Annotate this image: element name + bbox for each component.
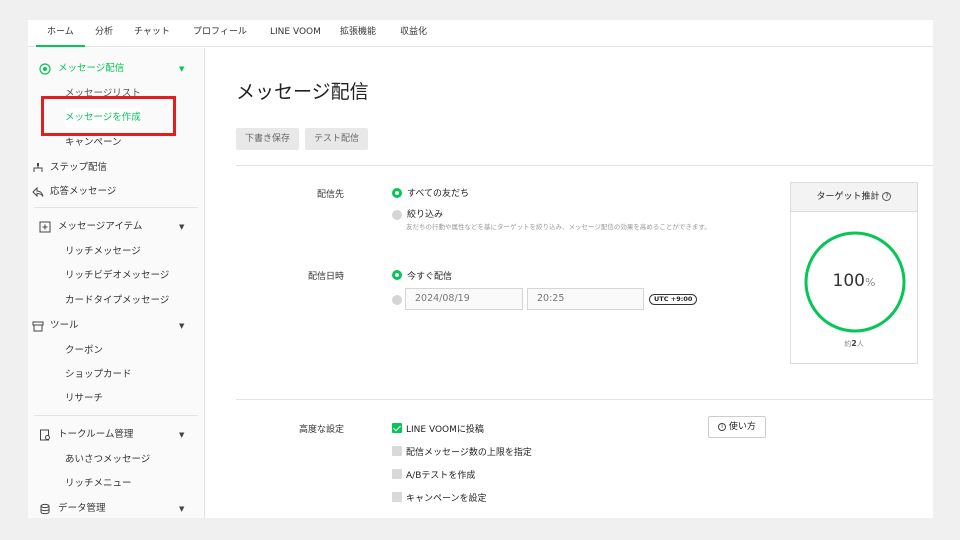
divider — [236, 399, 933, 400]
radio-send-now[interactable] — [392, 270, 402, 280]
chevron-down-icon: ▼ — [179, 223, 185, 231]
sidebar-divider — [34, 207, 198, 208]
sidebar-item-coupon[interactable]: クーポン — [65, 341, 103, 361]
app-window: ホーム 分析 チャット プロフィール LINE VOOM 拡張機能 収益化 メッ… — [28, 20, 933, 518]
add-box-icon — [39, 221, 51, 233]
tab-chat[interactable]: チャット — [134, 20, 170, 47]
filter-note: 友だちの行動や属性などを基にターゲットを絞り込み、メッセージ配信の効果を高めるこ… — [406, 223, 711, 231]
sidebar-item-auto-response[interactable]: 応答メッセージ — [28, 181, 204, 203]
chevron-down-icon: ▼ — [179, 65, 185, 73]
tab-analytics[interactable]: 分析 — [95, 20, 113, 47]
radio-all-friends[interactable] — [392, 188, 402, 198]
tab-home[interactable]: ホーム — [36, 20, 85, 47]
shop-icon — [32, 321, 44, 332]
date-input[interactable]: 2024/08/19 — [405, 288, 523, 310]
chevron-down-icon: ▼ — [179, 431, 185, 439]
checkbox-ab-test[interactable] — [392, 469, 402, 479]
help-icon[interactable]: ? — [882, 192, 892, 201]
recipients-label: 配信先 — [316, 190, 344, 200]
top-navigation: ホーム 分析 チャット プロフィール LINE VOOM 拡張機能 収益化 — [28, 20, 933, 47]
sidebar-item-data[interactable]: データ管理 ▼ — [28, 498, 204, 518]
tab-monetization[interactable]: 収益化 — [400, 20, 427, 47]
target-approx: 約2人 — [791, 339, 917, 349]
advanced-label: 高度な設定 — [298, 425, 344, 435]
sidebar-item-step-delivery[interactable]: ステップ配信 — [28, 157, 204, 179]
sidebar-item-research[interactable]: リサーチ — [65, 389, 103, 409]
sidebar-item-tools[interactable]: ツール ▼ — [28, 315, 204, 337]
chevron-down-icon: ▼ — [179, 505, 185, 513]
target-estimate-header: ターゲット推計 ? — [791, 183, 917, 212]
sidebar-item-greeting[interactable]: あいさつメッセージ — [65, 450, 150, 470]
highlight-box — [41, 96, 176, 136]
option-all-friends-label: すべての友だち — [407, 189, 470, 199]
settings-doc-icon — [40, 429, 50, 441]
howto-label: 使い方 — [728, 422, 756, 432]
info-icon: i — [718, 422, 727, 431]
tab-profile[interactable]: プロフィール — [193, 20, 247, 47]
target-estimate-title: ターゲット推計 — [816, 192, 880, 202]
hierarchy-icon — [33, 163, 43, 172]
sidebar-item-campaign[interactable]: キャンペーン — [65, 133, 122, 153]
time-input[interactable]: 20:25 — [527, 288, 644, 310]
sidebar-item-label: トークルーム管理 — [58, 429, 134, 440]
target-percent: 100% — [791, 271, 917, 291]
database-icon — [40, 503, 50, 515]
sidebar-item-message-items[interactable]: メッセージアイテム ▼ — [28, 216, 204, 238]
sidebar-item-label: データ管理 — [58, 503, 106, 514]
checkbox-limit[interactable] — [392, 446, 402, 456]
checkbox-campaign-label: キャンペーンを設定 — [406, 494, 487, 504]
target-percent-unit: % — [865, 276, 876, 289]
main-content: メッセージ配信 下書き保存 テスト配信 配信先 すべての友だち 絞り込み 友だち… — [206, 48, 933, 518]
sidebar-item-label: 応答メッセージ — [50, 186, 117, 197]
checkbox-ab-test-label: A/Bテストを作成 — [406, 471, 476, 481]
test-send-button[interactable]: テスト配信 — [305, 128, 368, 150]
option-send-now-label: 今すぐ配信 — [407, 272, 453, 282]
tab-line-voom[interactable]: LINE VOOM — [270, 20, 321, 47]
radio-filter[interactable] — [392, 210, 402, 220]
sidebar-item-shop-card[interactable]: ショップカード — [65, 365, 132, 385]
sidebar-item-label: ステップ配信 — [50, 162, 108, 173]
sidebar-item-rich-video[interactable]: リッチビデオメッセージ — [65, 266, 169, 286]
checkbox-line-voom[interactable] — [392, 423, 402, 433]
sidebar-divider — [34, 415, 198, 416]
sidebar-item-rich-menu[interactable]: リッチメニュー — [65, 474, 132, 494]
checkbox-limit-label: 配信メッセージ数の上限を指定 — [406, 448, 532, 458]
divider — [236, 165, 933, 166]
sidebar-item-talkroom[interactable]: トークルーム管理 ▼ — [28, 424, 204, 446]
sidebar-item-label: メッセージアイテム — [58, 221, 143, 232]
tab-extensions[interactable]: 拡張機能 — [340, 20, 376, 47]
reply-icon — [32, 186, 44, 198]
target-estimate-card: ターゲット推計 ? 100% 約2人 — [790, 182, 918, 364]
page-title: メッセージ配信 — [236, 81, 369, 103]
sidebar-item-rich-message[interactable]: リッチメッセージ — [65, 242, 141, 262]
radio-schedule[interactable] — [392, 295, 402, 305]
save-draft-button[interactable]: 下書き保存 — [236, 128, 299, 150]
checkbox-line-voom-label: LINE VOOMに投稿 — [406, 425, 484, 435]
datetime-label: 配信日時 — [307, 272, 344, 282]
target-icon — [39, 63, 51, 75]
checkbox-campaign[interactable] — [392, 492, 402, 502]
sidebar-item-label: メッセージ配信 — [58, 63, 125, 74]
sidebar-item-card-type[interactable]: カードタイプメッセージ — [65, 291, 169, 311]
howto-button[interactable]: i 使い方 — [708, 416, 766, 438]
approx-unit: 人 — [856, 340, 864, 348]
option-filter-label: 絞り込み — [407, 210, 444, 220]
sidebar-item-label: ツール — [50, 320, 79, 331]
target-percent-value: 100 — [832, 271, 865, 291]
sidebar-item-message-delivery[interactable]: メッセージ配信 ▼ — [28, 58, 204, 80]
timezone-badge: UTC +9:00 — [649, 294, 698, 305]
chevron-down-icon: ▼ — [179, 322, 185, 330]
